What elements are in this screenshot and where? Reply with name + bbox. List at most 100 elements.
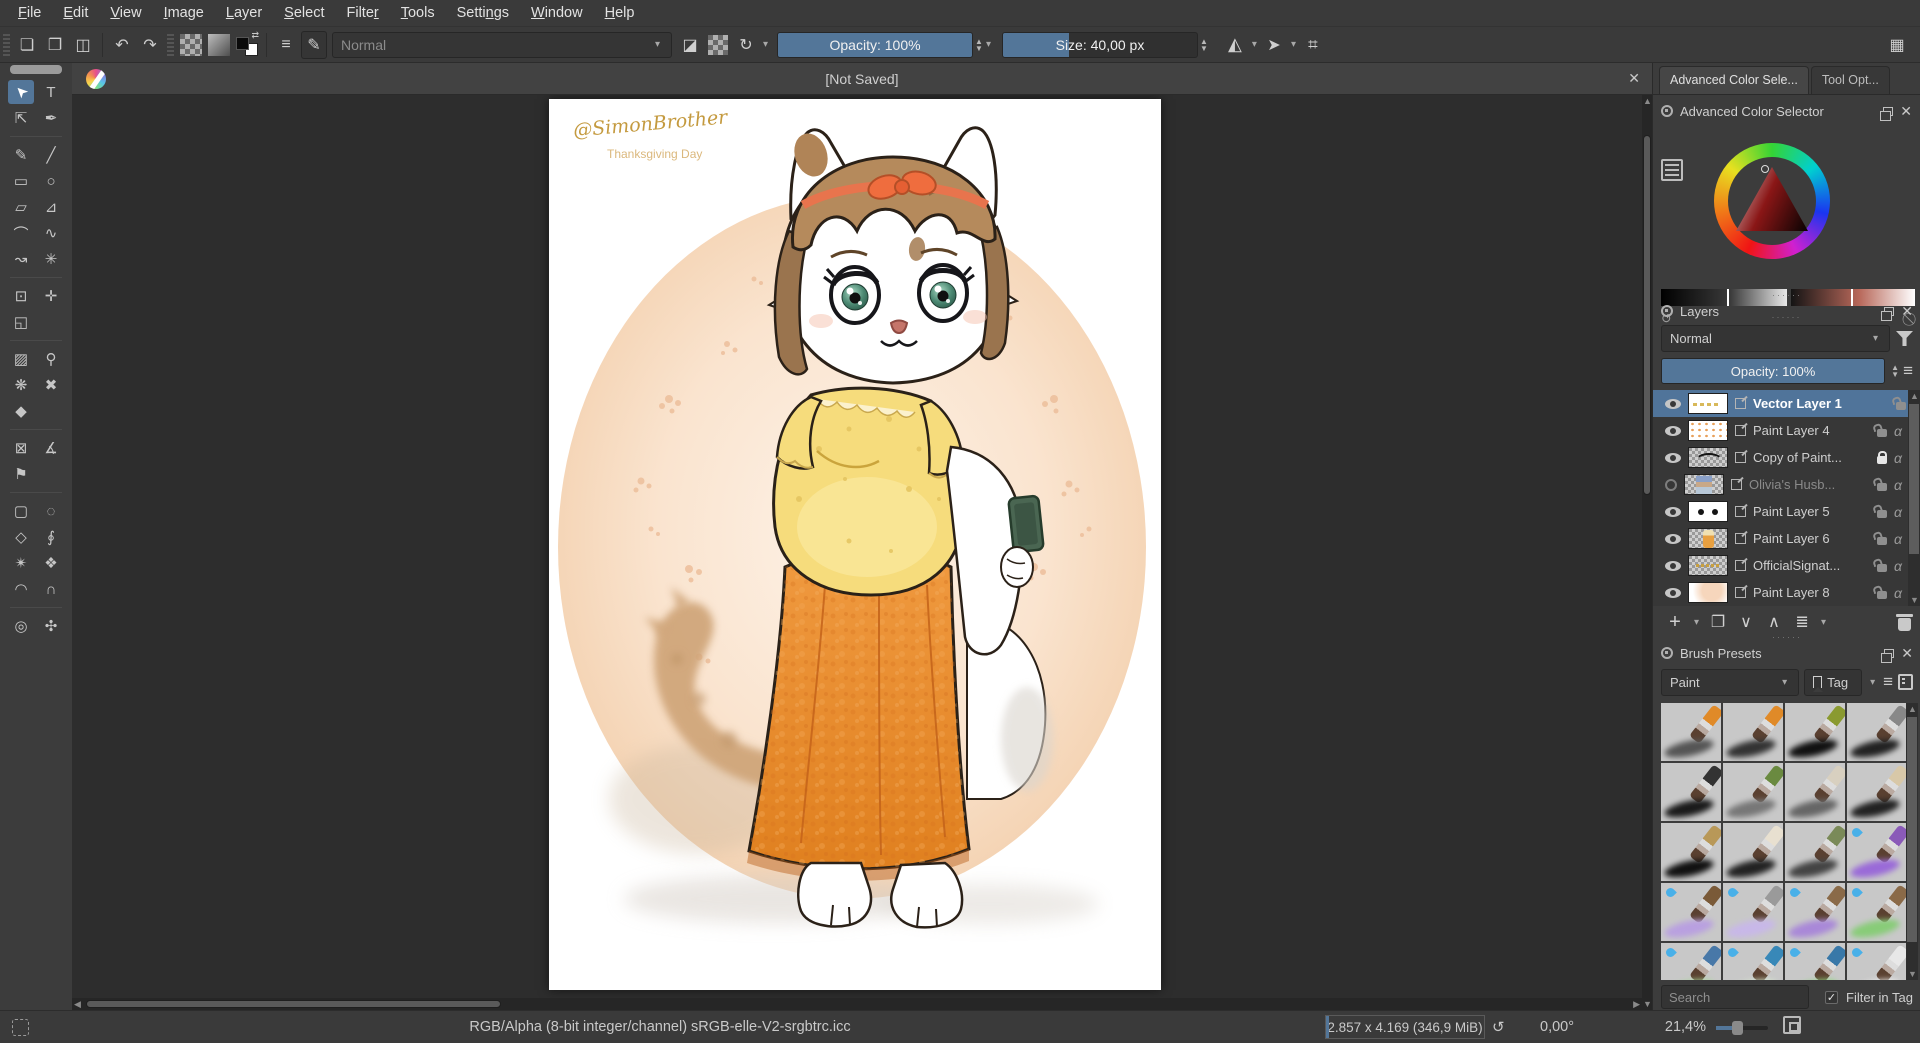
layer-properties-button[interactable]: ≣ [1790, 612, 1814, 632]
brush-preset-tile[interactable] [1723, 703, 1783, 761]
docker-lock-icon[interactable] [1661, 105, 1673, 117]
ellipse-tool[interactable]: ○ [38, 169, 64, 193]
layer-blend-mode-dropdown[interactable]: Normal ▾ [1661, 325, 1890, 352]
brush-preset-tile[interactable] [1661, 883, 1721, 941]
menu-view[interactable]: View [100, 2, 151, 24]
smart-patch-tool[interactable]: ✖ [38, 373, 64, 397]
chevron-down-icon[interactable]: ▾ [986, 39, 991, 50]
crop-tool[interactable]: ◱ [8, 310, 34, 334]
fill-tool[interactable]: ◆ [8, 399, 34, 423]
document-close-icon[interactable]: ✕ [1628, 70, 1640, 87]
layer-lock-icon[interactable] [1896, 402, 1906, 410]
alpha-lock-icon[interactable]: α [1894, 477, 1902, 493]
layer-row[interactable]: Paint Layer 5α [1653, 498, 1920, 525]
opacity-slider[interactable]: Opacity: 100% [777, 32, 973, 58]
wrap-around-icon[interactable]: ⌗ [1300, 31, 1326, 59]
zoom-slider-handle[interactable] [1732, 1021, 1743, 1035]
add-layer-button[interactable]: + [1663, 611, 1687, 634]
menu-image[interactable]: Image [154, 2, 214, 24]
menu-settings[interactable]: Settings [447, 2, 519, 24]
tab-advanced-color-selector[interactable]: Advanced Color Sele... [1659, 66, 1809, 94]
layer-lock-icon[interactable] [1877, 591, 1887, 599]
open-document-icon[interactable]: ❐ [42, 31, 68, 59]
docker-close-icon[interactable]: ✕ [1901, 303, 1913, 320]
layer-row[interactable]: Vector Layer 1α [1653, 390, 1920, 417]
brush-editor-icon[interactable]: ✎ [301, 31, 327, 59]
toolbar-grip[interactable] [3, 34, 10, 56]
alpha-lock-icon[interactable]: α [1894, 531, 1902, 547]
layer-lock-icon[interactable] [1877, 429, 1887, 437]
multibrush-tool[interactable]: ✳ [38, 247, 64, 271]
select-bezier-tool[interactable]: ◠ [8, 577, 34, 601]
workspace-list-icon[interactable]: ≡ [273, 31, 299, 59]
menu-file[interactable]: File [8, 2, 51, 24]
select-elliptical-tool[interactable]: ◌ [38, 499, 64, 523]
menu-filter[interactable]: Filter [336, 2, 388, 24]
polyline-tool[interactable]: ⊿ [38, 195, 64, 219]
reference-images-tool[interactable]: ⊠ [8, 436, 34, 460]
layer-visibility-toggle[interactable] [1665, 507, 1681, 517]
save-icon[interactable]: ◫ [70, 31, 96, 59]
select-shapes-tool[interactable]: ➤ [8, 80, 34, 104]
brush-preset-tile[interactable] [1847, 703, 1907, 761]
layer-lock-icon[interactable] [1877, 510, 1887, 518]
layer-visibility-toggle[interactable] [1665, 561, 1681, 571]
docker-float-icon[interactable] [1884, 307, 1894, 316]
filter-in-tag-checkbox[interactable]: ✓ [1825, 991, 1838, 1004]
layer-visibility-toggle[interactable] [1665, 534, 1681, 544]
layer-visibility-toggle[interactable] [1665, 479, 1677, 491]
horizontal-scrollbar[interactable]: ◀ ▶ [72, 998, 1642, 1010]
brush-preset-tile[interactable] [1785, 883, 1845, 941]
menu-tools[interactable]: Tools [391, 2, 445, 24]
vertical-scrollbar[interactable]: ▲ ▼ [1642, 95, 1652, 1010]
layer-lock-icon[interactable] [1877, 483, 1887, 491]
layer-opacity-slider[interactable]: Opacity: 100% [1661, 358, 1885, 384]
docker-close-icon[interactable]: ✕ [1901, 645, 1913, 662]
menu-help[interactable]: Help [595, 2, 645, 24]
brush-preset-tile[interactable] [1847, 943, 1907, 980]
blend-mode-dropdown[interactable]: Normal ▾ [332, 32, 672, 58]
brush-preset-tile[interactable] [1661, 763, 1721, 821]
color-sampler-tool[interactable]: ⚲ [38, 347, 64, 371]
brush-preset-tile[interactable] [1723, 823, 1783, 881]
docker-float-icon[interactable] [1883, 107, 1893, 116]
freehand-path-tool[interactable]: ∿ [38, 221, 64, 245]
mirror-vertical-icon[interactable]: ➤ [1261, 31, 1287, 59]
layer-visibility-toggle[interactable] [1665, 426, 1681, 436]
undo-icon[interactable]: ↶ [109, 31, 135, 59]
fg-bg-color-swatch[interactable]: ⇄ [234, 31, 260, 59]
brush-search-input[interactable] [1661, 985, 1809, 1009]
horizontal-scrollbar-thumb[interactable] [86, 1000, 501, 1008]
duplicate-layer-button[interactable]: ❐ [1706, 612, 1730, 632]
brush-preset-tile[interactable] [1847, 763, 1907, 821]
select-magnetic-tool[interactable]: ∩ [38, 577, 64, 601]
mirror-horizontal-icon[interactable]: ◭ [1222, 31, 1248, 59]
delete-layer-button[interactable] [1898, 618, 1911, 631]
brush-preset-tile[interactable] [1847, 823, 1907, 881]
layer-row[interactable]: Paint Layer 6α [1653, 525, 1920, 552]
layer-row[interactable]: Paint Layer 8α [1653, 579, 1920, 606]
canvas-rotation-icon[interactable]: ↺ [1492, 1018, 1505, 1036]
brush-preset-tile[interactable] [1785, 703, 1845, 761]
brush-preset-tile[interactable] [1785, 823, 1845, 881]
chevron-down-icon[interactable]: ▾ [763, 39, 768, 50]
size-spinner[interactable]: ▲▼ [1200, 38, 1208, 52]
layer-list-scrollbar[interactable]: ▲ ▼ [1908, 390, 1920, 606]
line-tool[interactable]: ╱ [38, 143, 64, 167]
chevron-down-icon[interactable]: ▾ [1870, 677, 1875, 688]
choose-workspace-icon[interactable]: ▦ [1884, 31, 1910, 59]
brush-preset-tile[interactable] [1847, 883, 1907, 941]
opacity-spinner[interactable]: ▲▼ [975, 38, 983, 52]
new-document-icon[interactable]: ❏ [14, 31, 40, 59]
move-tool[interactable]: ✛ [38, 284, 64, 308]
chevron-down-icon[interactable]: ▾ [1291, 39, 1296, 50]
eraser-mode-icon[interactable]: ◪ [677, 31, 703, 59]
vertical-scrollbar-thumb[interactable] [1643, 135, 1651, 495]
brush-preset-tile[interactable] [1785, 943, 1845, 980]
menu-edit[interactable]: Edit [53, 2, 98, 24]
preserve-alpha-icon[interactable] [705, 31, 731, 59]
brush-preset-tile[interactable] [1661, 823, 1721, 881]
transform-tool[interactable]: ⊡ [8, 284, 34, 308]
select-rectangular-tool[interactable]: ▢ [8, 499, 34, 523]
chevron-down-icon[interactable]: ▾ [1821, 617, 1826, 628]
